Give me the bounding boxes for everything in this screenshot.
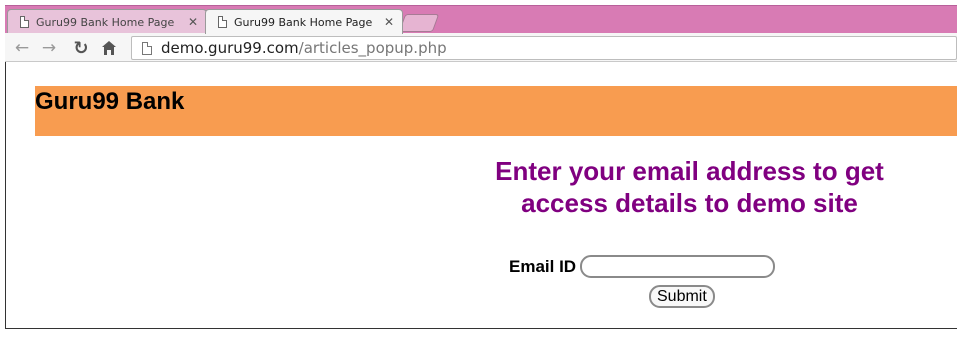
site-title: Guru99 Bank [35, 88, 185, 115]
url-host: demo.guru99.com [161, 39, 299, 57]
tab-title: Guru99 Bank Home Page [234, 15, 373, 29]
page-heading: Enter your email address to get access d… [495, 156, 884, 218]
header-banner: Guru99 Bank [35, 86, 957, 136]
page-icon [218, 16, 227, 28]
tab-guru99-bank-2[interactable]: Guru99 Bank Home Page ✕ [205, 9, 403, 34]
address-bar[interactable]: demo.guru99.com/articles_popup.php [131, 36, 957, 60]
page-viewport: Guru99 Bank Enter your email address to … [5, 62, 957, 329]
email-row: Email ID [509, 255, 776, 278]
submit-button[interactable]: Submit [649, 285, 715, 308]
tab-strip: Guru99 Bank Home Page ✕ Guru99 Bank Home… [5, 5, 957, 34]
reload-icon[interactable]: ↻ [70, 37, 92, 59]
tab-title: Guru99 Bank Home Page [36, 15, 175, 29]
tab-guru99-bank-1[interactable]: Guru99 Bank Home Page ✕ [7, 9, 207, 34]
forward-icon[interactable]: → [38, 37, 60, 59]
close-tab-icon[interactable]: ✕ [384, 15, 394, 29]
page-icon [142, 41, 152, 55]
email-input[interactable] [580, 255, 776, 278]
url-path: /articles_popup.php [298, 39, 447, 57]
page-icon [20, 16, 29, 28]
back-icon[interactable]: ← [11, 37, 33, 59]
close-tab-icon[interactable]: ✕ [188, 15, 198, 29]
email-label: Email ID [509, 256, 577, 276]
new-tab-button[interactable] [398, 14, 440, 32]
browser-toolbar: ← → ↻ demo.guru99.com/articles_popup.php [5, 33, 957, 62]
home-icon[interactable] [98, 37, 120, 59]
